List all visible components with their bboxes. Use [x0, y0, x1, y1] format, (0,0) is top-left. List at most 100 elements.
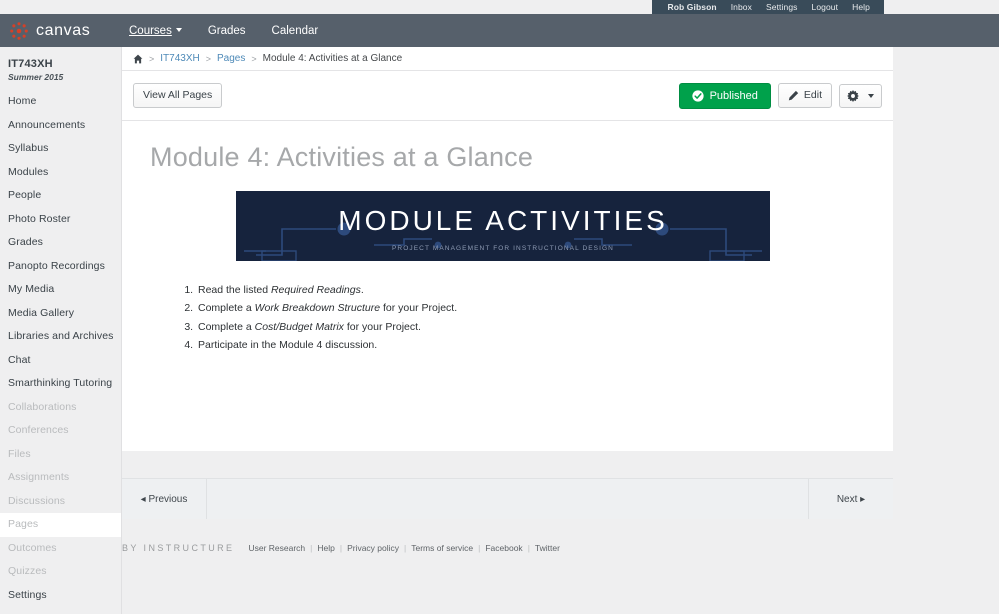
utility-link-logout[interactable]: Logout [812, 0, 839, 14]
sidebar-item-smarthinking-tutoring[interactable]: Smarthinking Tutoring [0, 372, 121, 396]
breadcrumb-home[interactable] [133, 54, 143, 64]
utility-link-user-name[interactable]: Rob Gibson [668, 0, 717, 14]
sidebar-item-conferences[interactable]: Conferences [0, 419, 121, 443]
footer-separator: | [404, 543, 407, 553]
footer-separator: | [527, 543, 530, 553]
activity-item: Read the listed Required Readings. [196, 283, 865, 298]
course-sidebar: IT743XH Summer 2015 Home Announcements Syl… [0, 47, 122, 614]
breadcrumb-separator: > [251, 53, 257, 64]
sidebar-item-libraries-and-archives[interactable]: Libraries and Archives [0, 325, 121, 349]
footer-link-facebook[interactable]: Facebook [485, 543, 522, 553]
footer-separator: | [339, 543, 343, 553]
footer-separator: | [478, 543, 481, 553]
page-title: Module 4: Activities at a Glance [150, 142, 534, 172]
activity-list: Read the listed Required Readings. Comple… [196, 283, 865, 353]
footer-link-user-research[interactable]: User Research [248, 543, 305, 553]
sidebar-item-discussions[interactable]: Discussions [0, 490, 121, 514]
sidebar-item-assignments[interactable]: Assignments [0, 466, 121, 490]
nav-link-label: Grades [207, 24, 246, 37]
sidebar-item-outcomes[interactable]: Outcomes [0, 537, 121, 561]
page-toolbar: View All Pages Published Edit [122, 71, 893, 121]
gear-icon [847, 89, 859, 102]
sidebar-item-grades[interactable]: Grades [0, 231, 121, 255]
view-all-pages-button[interactable]: View All Pages [133, 83, 223, 108]
brand[interactable]: canvas [0, 21, 122, 41]
activity-emphasis: Required Readings [270, 283, 361, 296]
published-button[interactable]: Published [678, 82, 771, 109]
activity-item: Complete a Work Breakdown Structure for … [196, 301, 865, 316]
sidebar-item-photo-roster[interactable]: Photo Roster [0, 208, 121, 232]
next-arrow-icon: ▸ [860, 493, 866, 505]
published-check-icon [691, 89, 704, 102]
pager-spacer [207, 479, 808, 519]
main-navigation: canvas Courses Grades Calendar [0, 14, 999, 47]
chevron-down-icon [175, 28, 182, 33]
edit-button[interactable]: Edit [777, 83, 832, 108]
sidebar-item-home[interactable]: Home [0, 90, 121, 114]
utility-link-settings[interactable]: Settings [766, 0, 798, 14]
next-page-link[interactable]: Next ▸ [837, 494, 865, 505]
nav-link-courses[interactable]: Courses [129, 25, 182, 37]
banner-title: MODULE ACTIVITIES [338, 204, 668, 236]
sidebar-item-chat[interactable]: Chat [0, 349, 121, 373]
pencil-icon [788, 90, 799, 101]
footer-separator: | [310, 543, 313, 553]
footer-link-help[interactable]: Help [317, 543, 334, 553]
sidebar-item-modules[interactable]: Modules [0, 161, 121, 185]
utility-link-inbox[interactable]: Inbox [731, 0, 752, 14]
sidebar-item-files[interactable]: Files [0, 443, 121, 467]
nav-link-label: Calendar [271, 24, 319, 37]
sidebar-item-settings[interactable]: Settings [0, 584, 121, 608]
sidebar-item-media-gallery[interactable]: Media Gallery [0, 302, 121, 326]
sidebar-item-panopto-recordings[interactable]: Panopto Recordings [0, 255, 121, 279]
previous-label: Previous [148, 493, 188, 505]
breadcrumb-separator: > [205, 53, 211, 64]
breadcrumb-items: > IT743XH > Pages > Module 4: Activities at a… [149, 53, 402, 64]
home-icon [133, 54, 143, 63]
sidebar-item-quizzes[interactable]: Quizzes [0, 560, 121, 584]
breadcrumb-item-pages[interactable]: Pages [217, 53, 245, 64]
utility-bar: Rob Gibson Inbox Settings Logout Help [651, 0, 884, 14]
content-card: > IT743XH > Pages > Module 4: Activities at a… [122, 47, 893, 451]
chevron-down-icon [868, 93, 874, 98]
nav-link-calendar[interactable]: Calendar [272, 25, 319, 37]
breadcrumb-item-module-4-activities-at-a-glance: Module 4: Activities at a Glance [262, 53, 403, 64]
breadcrumb-item-it743xh[interactable]: IT743XH [160, 53, 199, 64]
next-page-cell[interactable]: Next ▸ [808, 479, 893, 519]
sidebar-item-collaborations[interactable]: Collaborations [0, 396, 121, 420]
page-pagination: ◂ Previous Next ▸ [122, 478, 893, 519]
previous-page-link[interactable]: ◂ Previous [141, 494, 188, 505]
nav-links: Courses Grades Calendar [129, 25, 318, 37]
footer-links: User Research | Help | Privacy policy | Terms … [248, 543, 559, 553]
breadcrumb: > IT743XH > Pages > Module 4: Activities at a… [122, 47, 893, 71]
utility-link-help[interactable]: Help [852, 0, 870, 14]
by-instructure-label: BY INSTRUCTURE [122, 543, 235, 553]
brand-name: canvas [36, 21, 91, 39]
page-body: Module 4: Activities at a Glance MODULE … [122, 121, 893, 451]
module-activities-banner: MODULE ACTIVITIES PROJECT MANAGEMENT FOR… [236, 190, 770, 261]
course-code: IT743XH [8, 58, 53, 70]
settings-menu-button[interactable] [839, 83, 882, 108]
activity-item: Participate in the Module 4 discussion. [196, 338, 865, 353]
previous-page-cell[interactable]: ◂ Previous [122, 479, 207, 519]
footer-link-twitter[interactable]: Twitter [535, 543, 560, 553]
canvas-logo-icon [10, 21, 28, 40]
sidebar-item-people[interactable]: People [0, 184, 121, 208]
course-nav-list: Home Announcements Syllabus Modules People Ph… [0, 90, 121, 607]
sidebar-item-announcements[interactable]: Announcements [0, 114, 121, 138]
footer-link-terms-of-service[interactable]: Terms of service [411, 543, 473, 553]
activity-emphasis: Cost/Budget Matrix [254, 320, 344, 333]
banner-subtitle: PROJECT MANAGEMENT FOR INSTRUCTIONAL DES… [392, 244, 614, 252]
course-term: Summer 2015 [8, 72, 64, 82]
next-label: Next [836, 493, 858, 505]
footer-link-privacy-policy[interactable]: Privacy policy [347, 543, 399, 553]
sidebar-item-syllabus[interactable]: Syllabus [0, 137, 121, 161]
nav-link-grades[interactable]: Grades [208, 25, 246, 37]
toolbar-actions: Published Edit [678, 82, 882, 109]
sidebar-item-pages[interactable]: Pages [0, 513, 121, 537]
activity-emphasis: Work Breakdown Structure [254, 302, 381, 315]
published-label: Published [709, 89, 758, 102]
sidebar-item-my-media[interactable]: My Media [0, 278, 121, 302]
activity-item: Complete a Cost/Budget Matrix for your P… [196, 320, 865, 335]
breadcrumb-separator: > [149, 53, 155, 64]
